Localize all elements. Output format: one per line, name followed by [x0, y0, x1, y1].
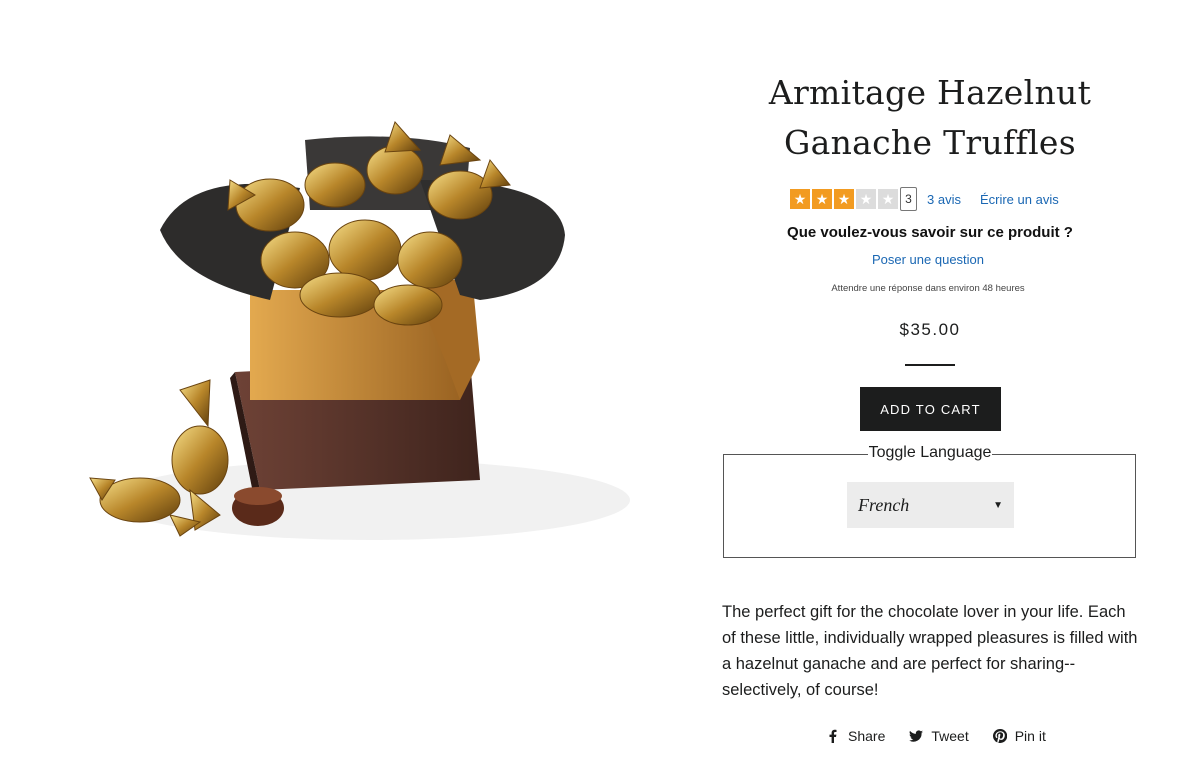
product-image — [40, 60, 640, 600]
product-price: $35.00 — [899, 320, 961, 339]
share-facebook-button[interactable]: Share — [826, 728, 885, 744]
language-legend-text: Toggle Language — [867, 444, 993, 461]
star-glyph: ★ — [837, 191, 851, 207]
response-time-note: Attendre une réponse dans environ 48 heu… — [831, 283, 1025, 294]
add-to-cart-button[interactable]: ADD TO CART — [860, 387, 1001, 431]
star-glyph: ★ — [793, 191, 807, 207]
pinterest-icon — [992, 729, 1007, 743]
price-divider — [905, 364, 955, 366]
social-share: Share Tweet Pin it — [826, 728, 1070, 744]
product-description: The perfect gift for the chocolate lover… — [722, 603, 1138, 699]
product-title-line1: Armitage Hazelnut — [768, 73, 1092, 112]
share-pinterest-label: Pin it — [1014, 728, 1046, 744]
star-icon: ★ — [856, 189, 876, 209]
dropdown-arrow-icon: ▼ — [993, 499, 1003, 511]
star-icon: ★ — [812, 189, 832, 209]
star-rating[interactable]: ★ ★ ★ ★ ★ — [790, 189, 898, 209]
product-title: Armitage Hazelnut Ganache Truffles — [722, 68, 1138, 168]
reviews-link[interactable]: 3 avis — [927, 192, 961, 207]
facebook-icon — [829, 729, 837, 743]
review-count-badge: 3 — [900, 187, 917, 211]
write-review-link[interactable]: Écrire un avis — [980, 192, 1059, 207]
truffle-box-image — [89, 121, 630, 540]
twitter-icon — [909, 730, 924, 742]
language-legend: Toggle Language — [722, 444, 1138, 462]
share-pinterest-button[interactable]: Pin it — [992, 728, 1046, 744]
product-title-line2: Ganache Truffles — [783, 123, 1076, 162]
share-twitter-label: Tweet — [931, 728, 969, 744]
share-twitter-button[interactable]: Tweet — [909, 728, 969, 744]
language-select-value: French — [858, 494, 910, 515]
share-facebook-label: Share — [848, 728, 886, 744]
star-glyph: ★ — [815, 191, 829, 207]
ask-question-link[interactable]: Poser une question — [722, 252, 1134, 267]
questions-heading: Que voulez-vous savoir sur ce produit ? — [787, 224, 1073, 241]
star-glyph: ★ — [881, 191, 895, 207]
star-icon: ★ — [878, 189, 898, 209]
review-summary: ★ ★ ★ ★ ★ 3 3 avis Écrire un avis — [790, 186, 1059, 212]
star-glyph: ★ — [859, 191, 873, 207]
star-icon: ★ — [790, 189, 810, 209]
language-select[interactable]: French ▼ — [847, 482, 1014, 528]
star-icon: ★ — [834, 189, 854, 209]
